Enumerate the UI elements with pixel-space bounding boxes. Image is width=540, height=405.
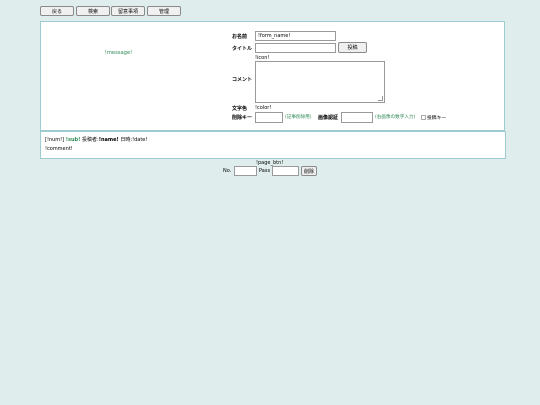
delkey-hint: (記事削除用) — [285, 115, 312, 120]
post-number: [!num!] — [45, 137, 65, 143]
post-subject: !sub! — [65, 137, 81, 143]
captcha-hint: (右画像の数字入力) — [375, 115, 416, 120]
color-text: !color! — [255, 105, 272, 111]
search-button[interactable]: 検索 — [76, 6, 110, 16]
message-text: !message! — [104, 50, 133, 56]
color-label: 文字色 — [232, 106, 248, 112]
post-date: !date! — [132, 137, 148, 143]
notice-button[interactable]: 留意事項 — [111, 6, 145, 16]
broken-image-icon — [421, 115, 426, 120]
delkey-input[interactable] — [255, 112, 283, 123]
name-label: お名前 — [232, 34, 248, 40]
pass-input[interactable] — [272, 166, 299, 176]
delkey-label: 削除キー — [232, 115, 253, 121]
admin-button[interactable]: 管理 — [147, 6, 181, 16]
comment-label: コメント — [232, 77, 253, 83]
captcha-image: 投稿キー — [421, 114, 446, 121]
submit-button[interactable]: 投稿 — [338, 42, 367, 53]
post-entry: [!num!] !sub! 投稿者:!name! 日時:!date! !comm… — [40, 131, 506, 159]
post-by-label: 投稿者: — [82, 137, 99, 143]
pass-label: Pass — [259, 168, 271, 174]
captcha-alt-text: 投稿キー — [427, 116, 447, 121]
captcha-input[interactable] — [341, 112, 373, 123]
post-header: [!num!] !sub! 投稿者:!name! 日時:!date! — [45, 136, 147, 143]
title-input[interactable] — [255, 43, 336, 53]
post-comment: !comment! — [45, 146, 73, 152]
no-input[interactable] — [234, 166, 257, 176]
post-form-panel: !message! お名前 タイトル 投稿 !icon! コメント 文字色 !c… — [40, 21, 505, 131]
back-button[interactable]: 戻る — [40, 6, 74, 16]
delete-button[interactable]: 削除 — [301, 166, 317, 176]
post-author: !name! — [98, 137, 119, 143]
comment-textarea[interactable] — [255, 61, 385, 103]
no-label: No. — [223, 168, 232, 174]
title-label: タイトル — [232, 46, 253, 52]
resize-handle-icon[interactable] — [378, 96, 383, 101]
name-input[interactable] — [255, 31, 336, 41]
post-date-label: 日時: — [120, 137, 133, 143]
captcha-label: 画像認証 — [318, 115, 339, 121]
